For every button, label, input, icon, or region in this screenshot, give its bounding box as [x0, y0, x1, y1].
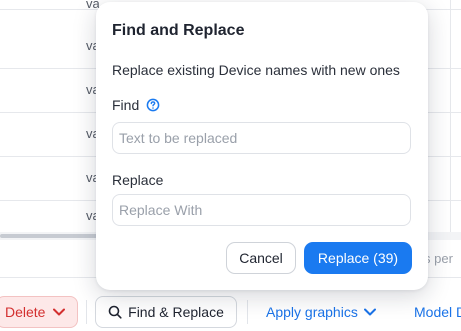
find-replace-dialog: Find and Replace Replace existing Device… — [96, 2, 428, 290]
delete-button-label: Delete — [5, 304, 46, 320]
cancel-button[interactable]: Cancel — [226, 242, 296, 274]
toolbar-divider — [86, 300, 87, 324]
find-label: Find — [112, 97, 140, 113]
replace-input[interactable] — [112, 194, 411, 226]
search-icon — [108, 305, 122, 319]
replace-button[interactable]: Replace (39) — [304, 242, 412, 274]
apply-graphics-dropdown[interactable]: Apply graphics — [266, 304, 376, 320]
find-input[interactable] — [112, 122, 411, 154]
model-dropdown[interactable]: Model D — [414, 304, 461, 320]
toolbar-divider — [247, 300, 248, 324]
rows-per-page-label: s per — [424, 251, 453, 266]
replace-label: Replace — [112, 172, 164, 188]
apply-graphics-label: Apply graphics — [266, 304, 358, 320]
dialog-title: Find and Replace — [112, 22, 245, 39]
chevron-down-icon — [363, 308, 376, 316]
delete-button[interactable]: Delete — [0, 296, 78, 328]
question-circle-icon[interactable] — [146, 98, 160, 112]
find-replace-button-label: Find & Replace — [128, 304, 224, 320]
table-column-edge — [450, 0, 461, 240]
dialog-description: Replace existing Device names with new o… — [112, 62, 400, 78]
chevron-down-icon — [53, 308, 66, 316]
find-replace-button[interactable]: Find & Replace — [95, 296, 237, 328]
